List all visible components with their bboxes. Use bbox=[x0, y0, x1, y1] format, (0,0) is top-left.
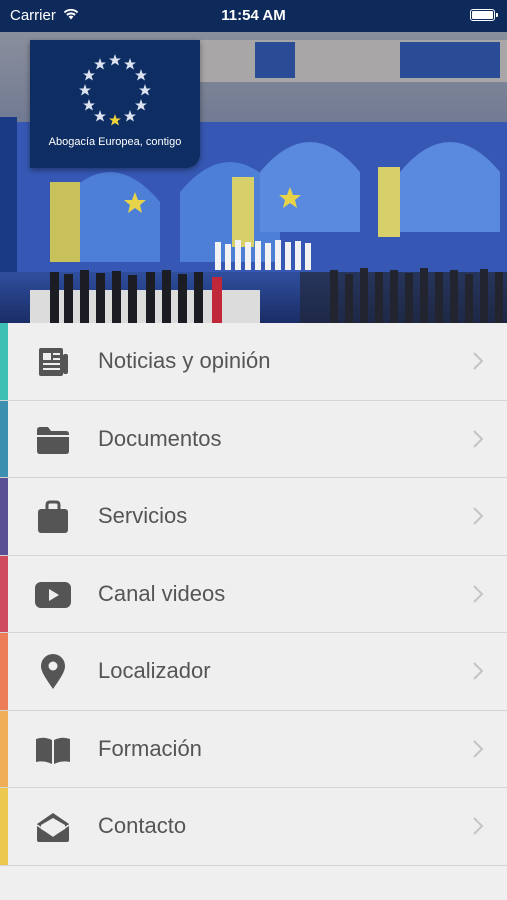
chevron-right-icon bbox=[471, 582, 485, 606]
menu-item[interactable]: Noticias y opinión bbox=[0, 323, 507, 401]
menu-item-accent-bar bbox=[0, 400, 8, 477]
menu-item[interactable]: Localizador bbox=[0, 633, 507, 711]
menu-item-accent-bar bbox=[0, 633, 8, 710]
open-book-icon bbox=[34, 731, 72, 769]
menu-item-label: Localizador bbox=[98, 658, 211, 684]
battery-icon bbox=[470, 9, 498, 21]
menu-item-label: Formación bbox=[98, 735, 202, 761]
eu-stars-logo bbox=[79, 54, 151, 126]
menu-item[interactable]: Formación bbox=[0, 710, 507, 788]
chevron-right-icon bbox=[471, 349, 485, 373]
chevron-right-icon bbox=[471, 737, 485, 761]
main-menu: Noticias y opinión Documentos Servicios Can… bbox=[0, 323, 507, 866]
menu-item[interactable]: Servicios bbox=[0, 478, 507, 556]
menu-item-accent-bar bbox=[0, 478, 8, 555]
briefcase-icon bbox=[34, 498, 72, 536]
envelope-icon bbox=[34, 808, 72, 846]
menu-item-label: Canal videos bbox=[98, 580, 226, 606]
menu-item-label: Contacto bbox=[98, 813, 187, 839]
menu-item[interactable]: Contacto bbox=[0, 788, 507, 866]
chevron-right-icon bbox=[471, 659, 485, 683]
status-time: 11:54 AM bbox=[221, 7, 286, 24]
chevron-right-icon bbox=[471, 814, 485, 838]
hero-banner: Abogacía Europea, contigo bbox=[0, 32, 507, 323]
status-bar: Carrier 11:54 AM bbox=[0, 0, 507, 32]
map-pin-icon bbox=[34, 653, 72, 691]
eu-logo-card: Abogacía Europea, contigo bbox=[30, 40, 200, 168]
chevron-right-icon bbox=[471, 504, 485, 528]
menu-item-accent-bar bbox=[0, 788, 8, 865]
newspaper-icon bbox=[34, 343, 72, 381]
menu-item-label: Documentos bbox=[98, 425, 222, 451]
menu-item-label: Servicios bbox=[98, 503, 188, 529]
folder-icon bbox=[34, 421, 72, 459]
menu-item[interactable]: Canal videos bbox=[0, 555, 507, 633]
menu-item[interactable]: Documentos bbox=[0, 400, 507, 478]
video-play-icon bbox=[34, 576, 72, 614]
menu-item-accent-bar bbox=[0, 555, 8, 632]
logo-tagline: Abogacía Europea, contigo bbox=[48, 136, 182, 148]
menu-item-label: Noticias y opinión bbox=[98, 348, 271, 374]
chevron-right-icon bbox=[471, 427, 485, 451]
menu-item-accent-bar bbox=[0, 710, 8, 787]
menu-item-accent-bar bbox=[0, 323, 8, 400]
